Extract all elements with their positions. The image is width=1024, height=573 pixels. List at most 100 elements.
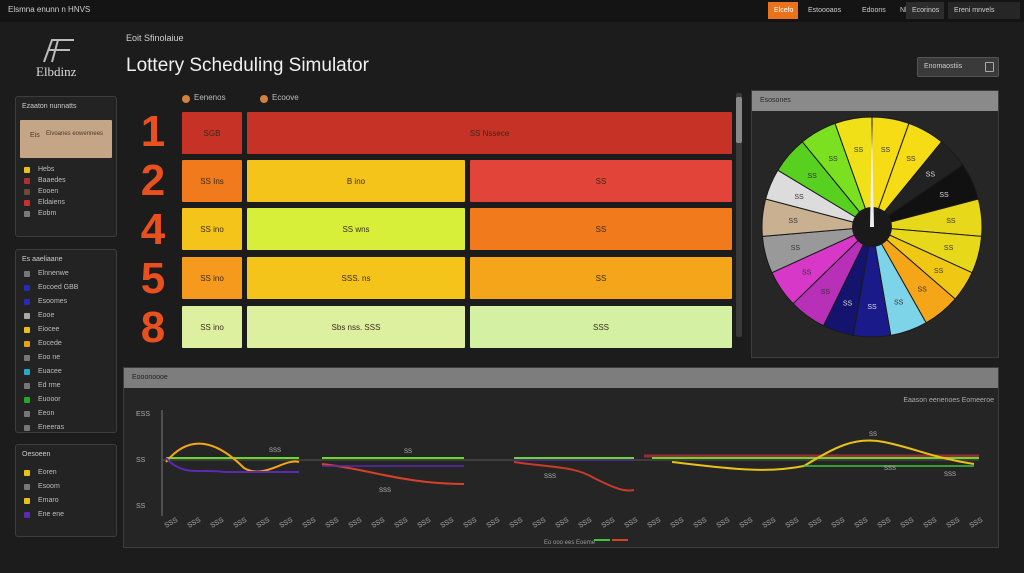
processes-heading: Ezaaton nunnatts	[22, 103, 77, 110]
queue-scrollbar[interactable]	[736, 93, 742, 337]
x-axis-tick-label: SSS	[325, 517, 341, 530]
panel-list-item[interactable]: Baaedes	[24, 175, 116, 186]
legend-dot-icon	[260, 95, 268, 103]
panel-list-item[interactable]: Eooen	[24, 186, 116, 197]
panel-list-item[interactable]: Elnnenwe	[24, 267, 116, 281]
color-swatch-icon	[24, 383, 30, 389]
data-label: SS	[869, 432, 877, 438]
color-swatch-icon	[24, 327, 30, 333]
app-title: Elsmna enunn n HNVS	[8, 5, 91, 14]
color-swatch-icon	[24, 285, 30, 291]
panel-list-label: Esoom	[38, 483, 60, 490]
ticket-count-cell[interactable]: SS ino	[182, 257, 242, 299]
options-panel: Oesoeen Eoren Esoom Emaro Ene ene	[15, 444, 117, 537]
wheel-segment-label: SS	[854, 147, 864, 154]
panel-list-item[interactable]: Euooor	[24, 393, 116, 407]
panel-list-item[interactable]: Hebs	[24, 164, 116, 175]
panel-list-item[interactable]: Esoom	[24, 480, 116, 494]
panel-list-item[interactable]: Emaro	[24, 494, 116, 508]
color-swatch-icon	[24, 512, 30, 518]
queue-cell[interactable]: SS	[470, 160, 732, 202]
panel-list-item[interactable]: Esoomes	[24, 295, 116, 309]
queue-cell[interactable]: SSS. ns	[247, 257, 465, 299]
lottery-wheel[interactable]: SS SS SS SS SS SS SS SS SS SS SS SS SS SS SS SS SS SS SS	[752, 111, 1000, 357]
x-axis-tick-label: SSS	[233, 517, 249, 530]
top-bar: Elsmna enunn n HNVS Elcefo Estoooaos Edo…	[0, 0, 1024, 22]
panel-list-item[interactable]: Eocoed GBB	[24, 281, 116, 295]
selected-process-code: Eis	[30, 132, 40, 139]
queue-cell[interactable]: Sbs nss. SSS	[247, 306, 465, 348]
panel-list-label: Eooen	[38, 188, 59, 195]
topbar-button-1[interactable]: Elcefo	[768, 2, 798, 19]
priority-2: 2	[140, 156, 166, 205]
panel-list-item[interactable]: Euacee	[24, 365, 116, 379]
scrollbar-thumb[interactable]	[736, 97, 742, 143]
color-swatch-icon	[24, 411, 30, 417]
wheel-segment-label: SS	[944, 245, 954, 252]
color-swatch-icon	[24, 166, 30, 173]
app-logo: Elbdinz	[36, 38, 98, 84]
panel-list-label: Eeon	[38, 410, 55, 417]
selected-process[interactable]: Eis Elvoanes eowennees	[20, 120, 112, 158]
x-axis-tick-label: SSS	[578, 517, 594, 530]
queue-cell[interactable]: SS	[470, 208, 732, 250]
wheel-segment-label: SS	[906, 156, 916, 163]
panel-list-item[interactable]: Ene ene	[24, 508, 116, 522]
panel-list-label: Eooe	[38, 312, 55, 319]
x-axis-tick-label: SSS	[831, 517, 847, 530]
panel-list-item[interactable]: Eiocee	[24, 323, 116, 337]
panel-list-label: Eneeras	[38, 424, 65, 431]
queue-cell[interactable]: SS Nssece	[247, 112, 732, 154]
ticket-count-cell[interactable]: SS ino	[182, 306, 242, 348]
wheel-segment-label: SS	[828, 156, 838, 163]
panel-list-label: Eobm	[38, 210, 57, 217]
ticket-count-cell[interactable]: SS Ins	[182, 160, 242, 202]
logo-text: Elbdinz	[36, 64, 77, 79]
ticket-count-cell[interactable]: SS ino	[182, 208, 242, 250]
x-axis-tick-label: SSS	[785, 517, 801, 530]
panel-list-item[interactable]: Eocede	[24, 337, 116, 351]
header-action-button[interactable]: Enomaostiis	[917, 57, 999, 77]
color-swatch-icon	[24, 299, 30, 305]
wheel-segment-label: SS	[802, 270, 812, 277]
threads-panel: Es aaeliaane Elnnenwe Eocoed GBB Esoomes Eo…	[15, 249, 117, 433]
x-axis-tick-label: SSS	[440, 517, 456, 530]
x-axis-tick-label: SSS	[164, 517, 180, 530]
x-axis-tick-label: SSS	[486, 517, 502, 530]
ticket-count-cell[interactable]: SGB	[182, 112, 242, 154]
wheel-segment-label: SS	[894, 300, 904, 307]
page-title: Lottery Scheduling Simulator	[126, 55, 369, 76]
wheel-segment-label: SS	[939, 192, 949, 199]
panel-list-label: Eiocee	[38, 326, 60, 333]
wheel-segment-label: SS	[821, 289, 831, 296]
queue-cell[interactable]: B ino	[247, 160, 465, 202]
panel-list-item[interactable]: Ed rme	[24, 379, 116, 393]
panel-list-item[interactable]: Eeon	[24, 407, 116, 421]
breadcrumb[interactable]: Eoit Sfinolaiue	[126, 33, 184, 43]
panel-list-item[interactable]: Eooe	[24, 309, 116, 323]
x-axis-caption: Eo ooo ees Eoeme	[544, 540, 596, 546]
color-swatch-icon	[24, 271, 30, 277]
panel-list-item[interactable]: Eobm	[24, 208, 116, 219]
panel-list-item[interactable]: Eoo ne	[24, 351, 116, 365]
topbar-button-5[interactable]: Ecorinos	[906, 2, 944, 19]
queue-cell[interactable]: SSS	[470, 306, 732, 348]
x-axis-tick-label: SSS	[762, 517, 778, 530]
panel-list-item[interactable]: Eneeras	[24, 421, 116, 435]
copy-icon	[985, 62, 994, 72]
selected-process-text: Elvoanes eowennees	[46, 131, 104, 137]
series-line	[513, 461, 635, 492]
priority-4: 5	[140, 254, 166, 303]
topbar-button-2[interactable]: Estoooaos	[802, 2, 847, 19]
queue-cell[interactable]: SS	[470, 257, 732, 299]
color-swatch-icon	[24, 199, 30, 206]
queue-cell[interactable]: SS wns	[247, 208, 465, 250]
x-axis-tick-label: SSS	[877, 517, 893, 530]
topbar-button-6[interactable]: Ereni mnvels	[948, 2, 1020, 19]
panel-list-item[interactable]: Eldaiens	[24, 197, 116, 208]
panel-list-label: Euooor	[38, 396, 61, 403]
timeline-panel: Eooonoooe Eaason eenenoes Eomeeroe ESS SS…	[123, 367, 999, 548]
legend-label: Ecoove	[272, 93, 299, 102]
topbar-button-3[interactable]: Edoons	[856, 2, 892, 19]
panel-list-item[interactable]: Eoren	[24, 466, 116, 480]
